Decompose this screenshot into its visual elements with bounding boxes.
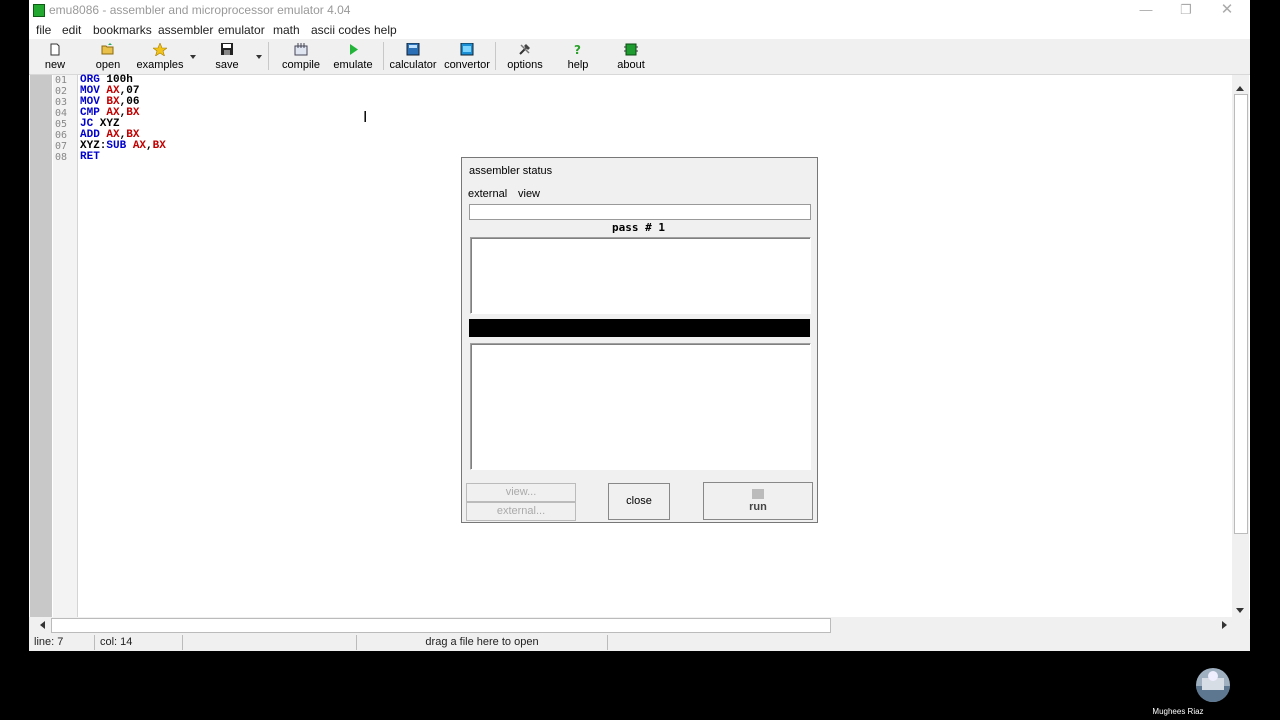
emu8086-app-icon xyxy=(33,4,45,17)
status-empty xyxy=(183,635,357,650)
status-col: col: 14 xyxy=(95,635,183,650)
chip-icon xyxy=(624,43,638,56)
code-token: RET xyxy=(80,151,100,163)
code-token: AX xyxy=(132,140,147,152)
avatar xyxy=(1196,668,1230,702)
line-number: 04 xyxy=(55,108,68,119)
line-numbers: 01 02 03 04 05 06 07 08 xyxy=(53,75,78,619)
minimize-button[interactable]: — xyxy=(1126,0,1166,20)
run-icon xyxy=(752,489,764,499)
status-black-bar xyxy=(469,319,810,337)
menu-emulator[interactable]: emulator xyxy=(218,23,265,37)
status-messages-box xyxy=(470,237,811,314)
convertor-icon xyxy=(460,42,474,56)
svg-text:?: ? xyxy=(574,43,581,56)
line-number: 07 xyxy=(55,141,68,152)
open-folder-icon xyxy=(101,43,115,56)
examples-dropdown-icon[interactable] xyxy=(190,55,196,59)
bookmark-gutter[interactable] xyxy=(30,75,52,619)
line-number: 08 xyxy=(55,152,68,163)
window-title: emu8086 - assembler and microprocessor e… xyxy=(49,3,351,17)
vertical-scrollbar[interactable] xyxy=(1232,75,1249,619)
dialog-menu-external[interactable]: external xyxy=(468,188,507,200)
dialog-title: assembler status xyxy=(469,165,553,177)
code-token: BX xyxy=(152,140,166,152)
vertical-scroll-thumb[interactable] xyxy=(1234,94,1248,534)
options-button[interactable]: options xyxy=(505,41,545,73)
examples-button[interactable]: examples xyxy=(134,41,186,73)
menu-assembler[interactable]: assembler xyxy=(158,23,213,37)
horizontal-scrollbar[interactable] xyxy=(29,617,1232,633)
menu-ascii-codes[interactable]: ascii codes xyxy=(311,23,370,37)
line-number: 06 xyxy=(55,130,68,141)
calculator-icon xyxy=(406,42,420,56)
compile-icon xyxy=(294,43,308,56)
calculator-button[interactable]: calculator xyxy=(389,41,437,73)
about-button[interactable]: about xyxy=(615,41,647,73)
close-button[interactable]: close xyxy=(608,483,670,520)
toolbar-separator xyxy=(268,42,269,70)
status-bar: line: 7 col: 14 drag a file here to open xyxy=(29,635,1250,651)
run-label: run xyxy=(749,501,767,513)
restore-button[interactable]: ❐ xyxy=(1166,0,1206,20)
tools-icon xyxy=(518,43,532,56)
code-line[interactable]: RET xyxy=(80,152,100,163)
line-number: 02 xyxy=(55,86,68,97)
code-token: , xyxy=(146,140,153,152)
line-number: 01 xyxy=(55,75,68,86)
scroll-right-icon[interactable] xyxy=(1222,621,1227,629)
star-icon xyxy=(152,42,168,57)
play-icon xyxy=(346,43,360,56)
status-line: line: 7 xyxy=(29,635,95,650)
save-button[interactable]: save xyxy=(214,41,240,73)
line-number: 03 xyxy=(55,97,68,108)
toolbar-separator xyxy=(383,42,384,70)
external-button[interactable]: external... xyxy=(466,502,576,521)
floppy-disk-icon xyxy=(220,43,234,56)
participant-name: Mughees Riaz xyxy=(1152,707,1204,716)
help-icon: ? xyxy=(571,43,585,57)
title-bar: emu8086 - assembler and microprocessor e… xyxy=(29,0,1250,20)
scroll-up-icon[interactable] xyxy=(1236,86,1244,91)
output-box xyxy=(470,343,811,470)
line-number: 05 xyxy=(55,119,68,130)
compile-button[interactable]: compile xyxy=(279,41,323,73)
toolbar-separator xyxy=(495,42,496,70)
dialog-menu-view[interactable]: view xyxy=(518,188,540,200)
code-token: SUB xyxy=(106,140,127,152)
menu-file[interactable]: file xyxy=(36,23,51,37)
horizontal-scroll-thumb[interactable] xyxy=(51,618,831,633)
new-file-icon xyxy=(48,43,62,56)
menu-bookmarks[interactable]: bookmarks xyxy=(93,23,152,37)
pass-label: pass # 1 xyxy=(612,221,665,234)
menu-edit[interactable]: edit xyxy=(62,23,81,37)
scroll-down-icon[interactable] xyxy=(1236,608,1244,613)
menu-help[interactable]: help xyxy=(374,23,397,37)
assembler-status-dialog: assembler status external view pass # 1 … xyxy=(461,157,818,523)
code-token: BX xyxy=(126,107,140,119)
open-button[interactable]: open xyxy=(93,41,123,73)
save-dropdown-icon[interactable] xyxy=(256,55,262,59)
menu-math[interactable]: math xyxy=(273,23,300,37)
scroll-left-icon[interactable] xyxy=(40,621,45,629)
help-button[interactable]: ? help xyxy=(564,41,592,73)
emulate-button[interactable]: emulate xyxy=(332,41,374,73)
assembly-progress-bar xyxy=(469,204,811,220)
run-button[interactable]: run xyxy=(703,482,813,520)
menu-bar: file edit bookmarks assembler emulator m… xyxy=(29,20,1250,39)
status-hint: drag a file here to open xyxy=(357,635,608,650)
convertor-button[interactable]: convertor xyxy=(443,41,491,73)
view-button[interactable]: view... xyxy=(466,483,576,502)
new-button[interactable]: new xyxy=(41,41,69,73)
close-window-button[interactable]: ✕ xyxy=(1207,0,1247,20)
toolbar: new open examples save compile emulate c… xyxy=(29,39,1250,75)
text-cursor-icon: Ⅰ xyxy=(363,108,368,126)
